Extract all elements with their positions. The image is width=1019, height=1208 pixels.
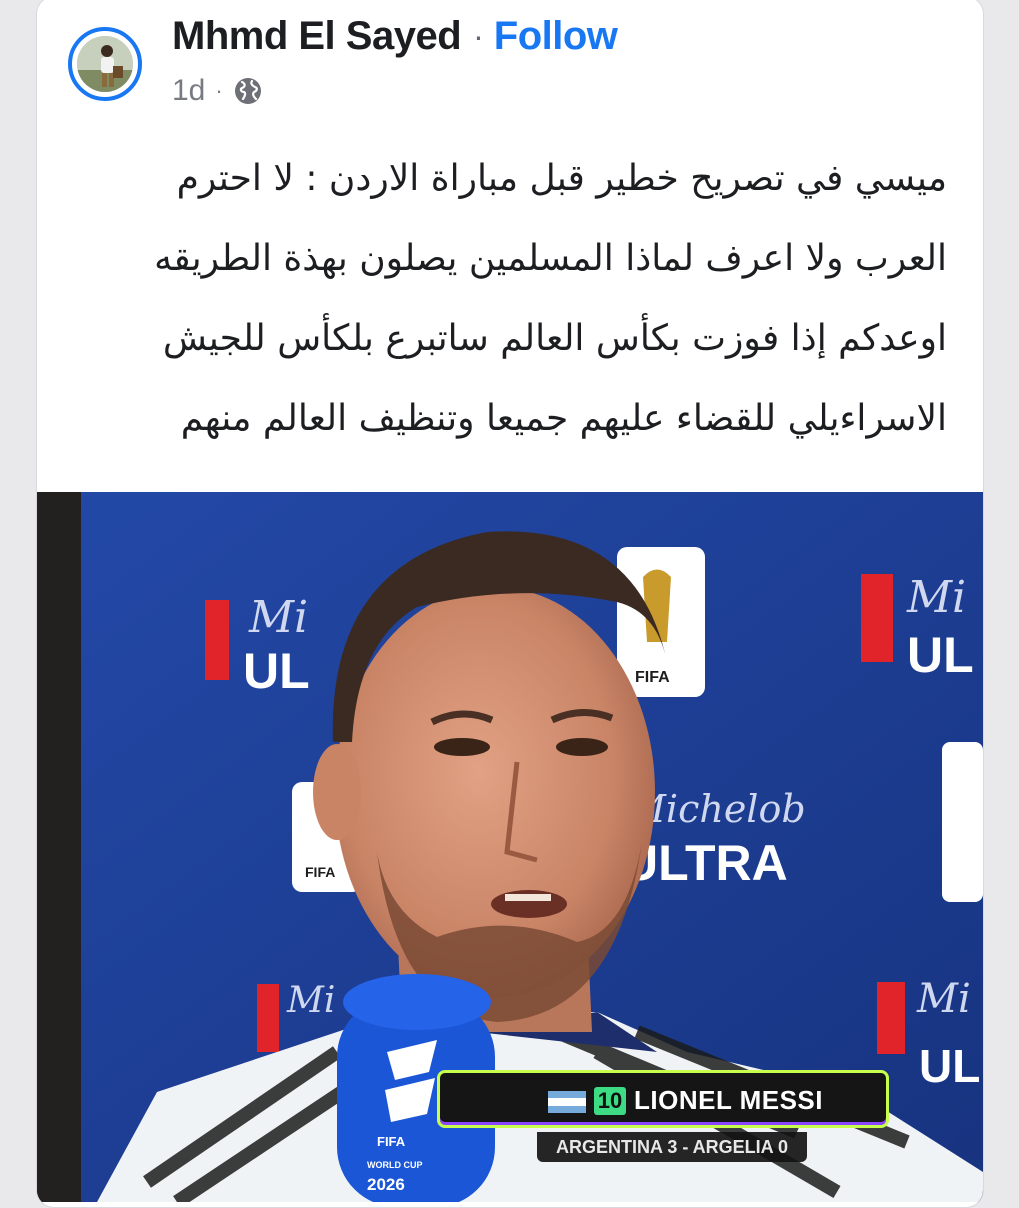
author-name[interactable]: Mhmd El Sayed: [172, 14, 462, 59]
globe-icon[interactable]: [233, 76, 263, 106]
sponsor-text: Mi: [906, 572, 966, 623]
post-text-line: ميسي في تصريح خطير قبل مباراة الاردن : ل…: [176, 158, 947, 199]
separator-dot: ·: [473, 17, 484, 54]
argentina-flag-icon: [548, 1091, 586, 1113]
sponsor-text: UL: [919, 1040, 980, 1092]
post-meta: 1d ·: [172, 71, 263, 111]
avatar-photo-icon: [77, 36, 133, 92]
post-header: Mhmd El Sayed · Follow 1d ·: [37, 0, 983, 117]
score-label: ARGENTINA 3 - ARGELIA 0: [537, 1132, 807, 1162]
meta-separator: ·: [215, 78, 223, 103]
avatar-image: [77, 36, 133, 92]
sponsor-text: UL: [907, 627, 974, 683]
sponsor-text: Mi: [286, 980, 335, 1021]
author-row: Mhmd El Sayed · Follow: [172, 11, 618, 61]
author-avatar[interactable]: [68, 27, 142, 101]
sponsor-text: Mi: [248, 592, 308, 643]
fifa-logo-text: FIFA: [305, 864, 335, 880]
mic-text: 2026: [367, 1175, 405, 1194]
sponsor-text: Mi: [916, 976, 971, 1022]
fifa-logo-text: FIFA: [635, 669, 670, 686]
post-timestamp[interactable]: 1d: [172, 74, 205, 108]
mic-text: WORLD CUP: [367, 1160, 423, 1170]
post-text-line: العرب ولا اعرف لماذا المسلمين يصلون بهذة…: [154, 238, 947, 279]
player-name-overlay: 10 LIONEL MESSI: [437, 1070, 889, 1128]
post-text-line: الاسراءيلي للقضاء عليهم جميعا وتنظيف الع…: [180, 398, 947, 439]
post-photo[interactable]: Mi UL Mi UL Mi Mi UL Michelob ULTRA FIFA…: [37, 492, 983, 1202]
mic-text: FIFA: [377, 1134, 406, 1149]
post-card: Mhmd El Sayed · Follow 1d · ميسي في تصري…: [36, 0, 984, 1208]
player-name-label: LIONEL MESSI: [634, 1085, 823, 1115]
post-body-text: ميسي في تصريح خطير قبل مباراة الاردن : ل…: [87, 139, 947, 459]
sponsor-text: UL: [243, 643, 310, 699]
follow-button[interactable]: Follow: [494, 14, 618, 59]
jersey-number-badge: 10: [594, 1087, 626, 1115]
post-text-line: اوعدكم إذا فوزت بكأس العالم ساتبرع بلكأس…: [162, 318, 947, 359]
